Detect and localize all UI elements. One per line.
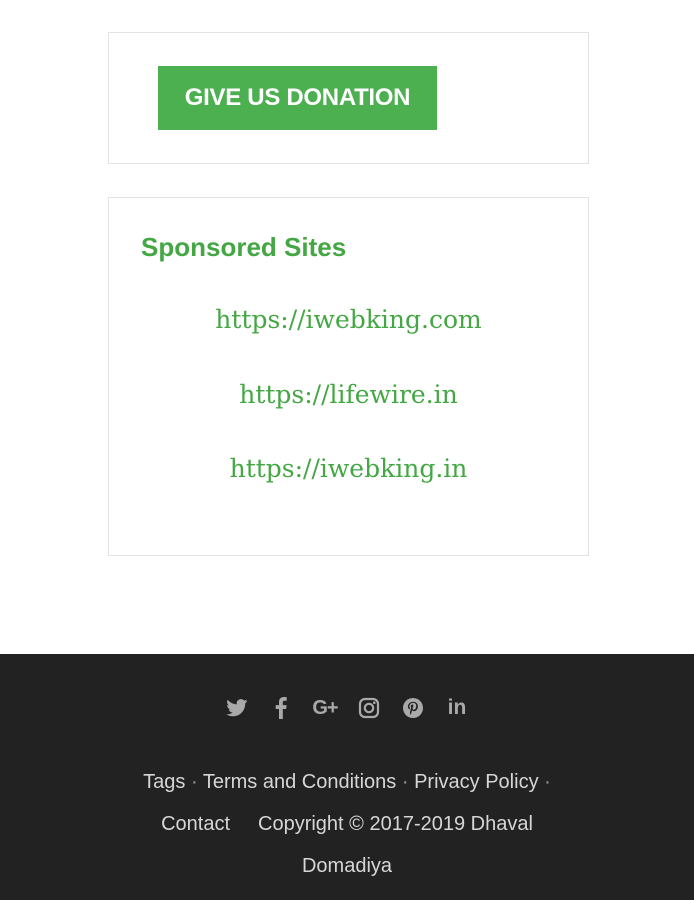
google-plus-icon[interactable]: G+ (312, 696, 338, 720)
sponsored-sites-title: Sponsored Sites (141, 232, 347, 262)
sponsored-sites-widget: Sponsored Sites https://iwebking.com htt… (108, 197, 589, 556)
footer-separator: · (190, 771, 198, 793)
footer-link-privacy[interactable]: Privacy Policy (414, 771, 538, 793)
social-links: G+ in (0, 694, 694, 722)
footer-separator: · (544, 771, 551, 793)
copyright-line-2: Domadiya (301, 855, 393, 877)
sponsor-link-iwebking-in[interactable]: https://iwebking.in (109, 454, 588, 483)
site-footer: G+ in Tags · Terms and Conditions · Priv… (0, 654, 694, 900)
donation-widget: GIVE US DONATION (108, 32, 589, 164)
footer-link-tags[interactable]: Tags (143, 771, 185, 793)
footer-links: Tags · Terms and Conditions · Privacy Po… (110, 761, 584, 887)
footer-link-terms[interactable]: Terms and Conditions (203, 771, 396, 793)
instagram-icon[interactable] (357, 696, 381, 720)
give-donation-button[interactable]: GIVE US DONATION (158, 66, 437, 130)
copyright-line-1: Copyright © 2017-2019 Dhaval (258, 813, 533, 835)
footer-separator: · (401, 771, 409, 793)
facebook-icon[interactable] (269, 696, 293, 720)
sponsor-link-lifewire-in[interactable]: https://lifewire.in (109, 380, 588, 409)
sponsor-link-iwebking-com[interactable]: https://iwebking.com (109, 305, 588, 334)
footer-link-contact[interactable]: Contact (161, 813, 230, 835)
twitter-icon[interactable] (225, 696, 249, 720)
pinterest-icon[interactable] (401, 696, 425, 720)
linkedin-icon[interactable]: in (445, 696, 469, 720)
